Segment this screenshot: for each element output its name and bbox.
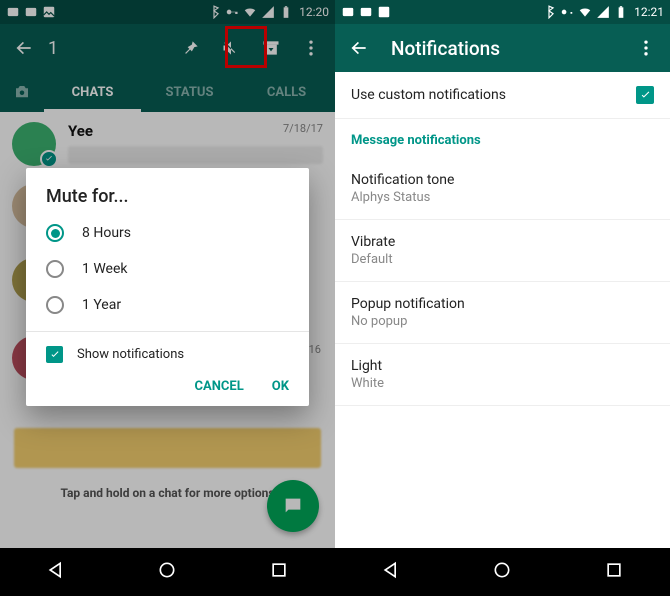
phone-right: 12:21 Notifications Use custom notificat… <box>335 0 670 596</box>
wifi-icon <box>578 5 592 19</box>
checkbox-icon[interactable] <box>636 86 654 104</box>
ok-button[interactable]: OK <box>272 379 289 394</box>
key-icon <box>560 5 574 19</box>
radio-1-week[interactable]: 1 Week <box>26 251 309 287</box>
notification-tone-row[interactable]: Notification tone Alphys Status <box>335 158 670 220</box>
back-arrow-icon[interactable] <box>339 24 379 72</box>
signal-icon <box>596 5 610 19</box>
radio-label: 1 Year <box>82 297 121 313</box>
radio-icon <box>46 296 64 314</box>
phone-left: 12:20 1 CHATS STATUS CALLS Yee7/18/17 16 <box>0 0 335 596</box>
nav-back-icon[interactable] <box>381 560 401 584</box>
app-icon <box>341 5 355 19</box>
radio-icon <box>46 224 64 242</box>
setting-label: Notification tone <box>351 172 654 188</box>
popup-notification-row[interactable]: Popup notification No popup <box>335 282 670 344</box>
checkbox-icon <box>46 346 63 363</box>
mute-dialog: Mute for... 8 Hours 1 Week 1 Year Show n… <box>26 168 309 406</box>
app-icon <box>359 5 373 19</box>
android-navbar <box>335 548 670 596</box>
radio-label: 8 Hours <box>82 225 131 241</box>
bluetooth-icon <box>542 5 556 19</box>
settings-actionbar: Notifications <box>335 24 670 72</box>
radio-1-year[interactable]: 1 Year <box>26 287 309 323</box>
show-notifications-checkbox[interactable]: Show notifications <box>26 340 309 369</box>
settings-list: Use custom notifications Message notific… <box>335 72 670 548</box>
vibrate-row[interactable]: Vibrate Default <box>335 220 670 282</box>
custom-notifications-row[interactable]: Use custom notifications <box>335 72 670 119</box>
setting-label: Use custom notifications <box>351 87 506 103</box>
setting-value: Default <box>351 252 654 267</box>
cancel-button[interactable]: CANCEL <box>195 379 244 394</box>
statusbar: 12:21 <box>335 0 670 24</box>
nav-recent-icon[interactable] <box>604 560 624 584</box>
setting-value: No popup <box>351 314 654 329</box>
setting-value: Alphys Status <box>351 190 654 205</box>
image-icon <box>377 5 391 19</box>
battery-icon <box>614 5 628 19</box>
setting-label: Light <box>351 358 654 374</box>
setting-label: Vibrate <box>351 234 654 250</box>
status-time: 12:21 <box>634 5 664 19</box>
setting-label: Popup notification <box>351 296 654 312</box>
nav-recent-icon[interactable] <box>269 560 289 584</box>
nav-home-icon[interactable] <box>492 560 512 584</box>
setting-value: White <box>351 376 654 391</box>
dialog-title: Mute for... <box>26 186 309 215</box>
nav-home-icon[interactable] <box>157 560 177 584</box>
radio-8-hours[interactable]: 8 Hours <box>26 215 309 251</box>
nav-back-icon[interactable] <box>46 560 66 584</box>
android-navbar <box>0 548 335 596</box>
light-row[interactable]: Light White <box>335 344 670 406</box>
page-title: Notifications <box>379 37 626 60</box>
divider <box>26 331 309 332</box>
checkbox-label: Show notifications <box>77 347 184 362</box>
section-header: Message notifications <box>335 119 670 158</box>
radio-icon <box>46 260 64 278</box>
menu-overflow-icon[interactable] <box>626 24 666 72</box>
radio-label: 1 Week <box>82 261 128 277</box>
